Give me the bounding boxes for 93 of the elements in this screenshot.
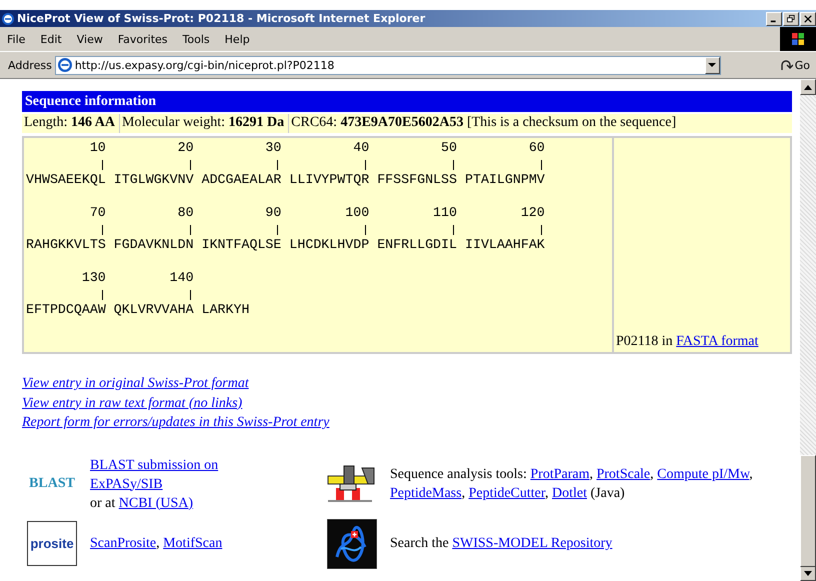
tool-link[interactable]: PeptideCutter	[468, 486, 545, 501]
fasta-text: P02118 in FASTA format	[616, 334, 758, 350]
menu-item[interactable]: Tools	[176, 32, 218, 46]
up-arrow-icon	[804, 84, 812, 90]
tool-link[interactable]: MotifScan	[163, 536, 222, 551]
position-number: 50	[441, 140, 457, 155]
residue-sequence: ADCGAEALAR	[202, 172, 282, 187]
protein-ribbon-icon	[327, 518, 377, 568]
residue-sequence: IKNTFAQLSE	[202, 237, 282, 252]
position-number: 80	[178, 205, 194, 220]
residue-sequence: QKLVRVVAHA	[114, 302, 194, 317]
tick-mark	[365, 225, 366, 235]
stat-cell: Length: 146 AA	[22, 114, 120, 133]
close-icon	[804, 14, 812, 22]
tick-mark	[102, 225, 103, 235]
address-field[interactable]: http://us.expasy.org/cgi-bin/niceprot.pl?P02118	[54, 56, 721, 74]
down-arrow-icon	[804, 570, 812, 576]
position-number: 90	[265, 205, 282, 220]
stat-cell-text: CRC64: 473E9A70E5602A53 [This is a checksum on the sequence]	[290, 114, 678, 132]
position-number: 100	[345, 205, 370, 220]
scrollbar-thumb[interactable]	[800, 455, 816, 567]
tool-link[interactable]: PeptideMass	[390, 486, 462, 501]
minimize-button[interactable]	[766, 12, 782, 26]
tick-mark	[190, 160, 191, 170]
tool-link[interactable]: Compute pI/Mw	[657, 467, 750, 482]
address-label: Address	[7, 58, 53, 72]
section-header: Sequence information	[22, 91, 792, 112]
tool-link[interactable]: ScanProsite	[90, 536, 156, 551]
go-button[interactable]: Go	[776, 58, 812, 72]
position-number: 20	[178, 140, 194, 155]
position-number: 40	[353, 140, 370, 155]
window-title: NiceProt View of Swiss-Prot: P02118 - Microsoft Internet Explorer	[17, 12, 426, 25]
tick-mark	[277, 225, 278, 235]
entry-link[interactable]: View entry in original Swiss-Prot format	[22, 374, 249, 394]
residue-sequence: LARKYH	[202, 302, 250, 317]
tool-description: ScanProsite, MotifScan	[90, 535, 222, 553]
tick-mark	[452, 225, 454, 235]
position-number: 140	[170, 270, 194, 285]
restore-button[interactable]	[783, 12, 799, 26]
residue-sequence: PTAILGNPMV	[464, 172, 545, 187]
tool-link[interactable]: ProtScale	[596, 467, 650, 482]
residue-sequence: ENFRLLGDIL	[377, 237, 457, 252]
close-button[interactable]	[800, 12, 816, 26]
prosite-logo: prosite	[27, 521, 77, 566]
tick-mark	[102, 290, 103, 300]
tool-link[interactable]: BLAST submission on ExPASy/SIB	[90, 456, 240, 494]
stat-cell: Molecular weight: 16291 Da	[120, 114, 290, 133]
tick-mark	[540, 160, 542, 170]
position-number: 120	[520, 205, 545, 220]
position-number: 60	[528, 140, 545, 155]
tick-mark	[540, 225, 542, 235]
residue-sequence: ITGLWGKVNV	[114, 172, 194, 187]
tick-mark	[190, 290, 191, 300]
residue-sequence: IIVLAAHFAK	[464, 237, 545, 252]
position-number: 70	[90, 205, 106, 220]
tick-mark	[102, 160, 103, 170]
residue-sequence: EFTPDCQAAW	[26, 302, 106, 317]
tool-description: BLAST submission on ExPASy/SIB or at NCBI (USA)	[90, 456, 240, 512]
browser-icon	[2, 12, 14, 24]
tool-link[interactable]: Dotlet	[552, 486, 587, 501]
menu-item[interactable]: Edit	[33, 32, 70, 46]
menu-item[interactable]: View	[70, 32, 111, 46]
entry-link[interactable]: Report form for errors/updates in this Swiss-Prot entry	[22, 413, 330, 432]
residue-sequence: VHWSAEEKQL	[26, 172, 106, 187]
residue-sequence: RAHGKKVLTS	[26, 237, 106, 252]
go-arrow-icon	[778, 58, 793, 72]
restore-icon	[787, 14, 795, 22]
windows-logo-icon	[780, 27, 816, 51]
tool-link[interactable]: SWISS-MODEL Repository	[452, 536, 612, 551]
residue-sequence: LHCDKLHVDP	[289, 237, 370, 252]
position-number: 30	[265, 140, 282, 155]
fasta-link[interactable]: FASTA format	[676, 334, 758, 349]
position-number: 130	[82, 270, 106, 285]
tick-mark	[365, 160, 366, 170]
residue-sequence: FGDAVKNLDN	[114, 237, 194, 252]
tool-description: Sequence analysis tools: ProtParam, ProtScale, Compute pI/Mw, PeptideMass, PeptideCutter, Dotlet (Java)	[390, 466, 754, 503]
blast-logo: BLAST	[29, 476, 75, 492]
position-number: 10	[90, 140, 106, 155]
position-number: 110	[433, 205, 457, 220]
tool-link[interactable]: ProtParam	[530, 467, 590, 482]
vertical-scrollbar[interactable]	[800, 79, 816, 581]
tick-mark	[277, 160, 278, 170]
residue-sequence: LLIVYPWTQR	[289, 172, 370, 187]
residue-sequence: FFSSFGNLSS	[377, 172, 457, 187]
tick-mark	[452, 160, 454, 170]
menu-item[interactable]: Favorites	[110, 32, 176, 46]
menu-item[interactable]: File	[0, 32, 34, 46]
tool-description: Search the SWISS-MODEL Repository	[390, 535, 612, 553]
tick-mark	[190, 225, 191, 235]
menu-item[interactable]: Help	[218, 32, 258, 46]
page-icon	[58, 58, 72, 72]
tool-link[interactable]: NCBI (USA)	[118, 496, 194, 510]
entry-link[interactable]: View entry in raw text format (no links)	[22, 394, 242, 413]
